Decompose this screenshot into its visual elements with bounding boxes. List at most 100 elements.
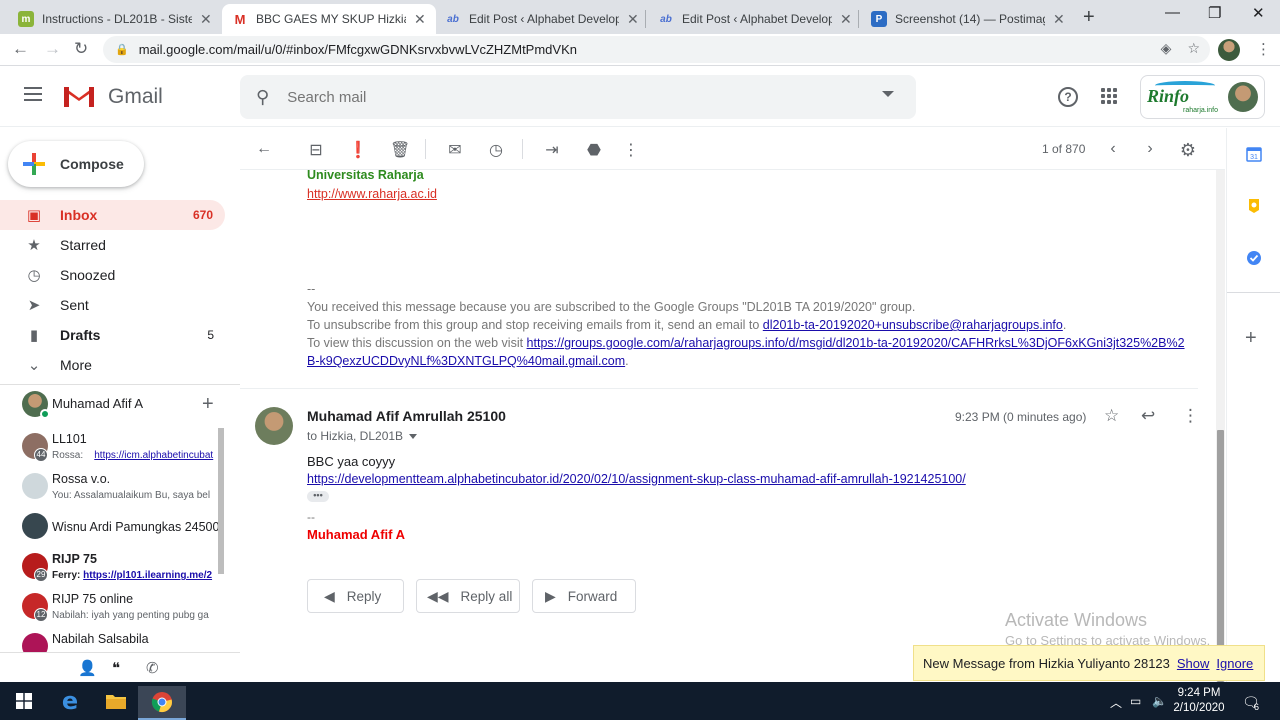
chrome-taskbar-icon[interactable] bbox=[138, 686, 186, 720]
close-tab-icon[interactable]: ✕ bbox=[627, 11, 639, 28]
chat-preview-link[interactable]: https://icm.alphabetincubat bbox=[94, 450, 213, 461]
battery-icon[interactable]: ▭ bbox=[1130, 694, 1141, 708]
contacts-icon[interactable]: 👤 bbox=[78, 659, 97, 677]
chat-item[interactable]: 44 LL101 Rossa: https://icm.alphabetincu… bbox=[0, 428, 226, 468]
notification-show-link[interactable]: Show bbox=[1177, 656, 1210, 671]
browser-tab-active[interactable]: M BBC GAES MY SKUP HizkiaY DL ✕ bbox=[222, 4, 436, 34]
main-menu-icon[interactable] bbox=[24, 87, 42, 105]
close-tab-icon[interactable]: ✕ bbox=[200, 11, 212, 28]
calendar-icon[interactable]: 31 bbox=[1246, 146, 1262, 162]
maximize-icon[interactable]: ❐ bbox=[1208, 4, 1221, 22]
star-message-icon[interactable]: ☆ bbox=[1104, 406, 1119, 426]
chat-avatar bbox=[22, 473, 48, 499]
edge-browser-icon[interactable]: e bbox=[46, 684, 94, 718]
url-text[interactable]: mail.google.com/mail/u/0/#inbox/FMfcgxwG… bbox=[139, 42, 577, 57]
message-body-link[interactable]: https://developmentteam.alphabetincubato… bbox=[307, 472, 966, 486]
previous-signature-link[interactable]: http://www.raharja.ac.id bbox=[307, 187, 437, 201]
keep-icon[interactable] bbox=[1246, 198, 1262, 214]
newer-icon[interactable]: ‹ bbox=[1104, 140, 1122, 158]
more-options-icon[interactable]: ⋮ bbox=[622, 140, 640, 159]
account-avatar[interactable] bbox=[1228, 82, 1258, 112]
reply-button[interactable]: ◀ Reply bbox=[307, 579, 404, 613]
message-toolbar: ← ⊟ ❗ 🗑 ✉ ◷ ⇥ ⬣ ⋮ 1 of 870 ‹ › ⚙ bbox=[240, 128, 1225, 170]
settings-gear-icon[interactable]: ⚙ bbox=[1179, 140, 1197, 160]
minimize-icon[interactable]: — bbox=[1165, 4, 1180, 21]
new-tab-icon[interactable]: + bbox=[1083, 6, 1095, 29]
hangouts-bottom-bar: 👤 ❝ ✆ bbox=[0, 652, 240, 682]
nav-inbox[interactable]: ▣ Inbox 670 bbox=[0, 200, 225, 230]
move-to-icon[interactable]: ⇥ bbox=[543, 140, 561, 159]
nav-drafts[interactable]: ▮ Drafts 5 bbox=[0, 320, 240, 350]
address-bar[interactable]: 🔒 mail.google.com/mail/u/0/#inbox/FMfcgx… bbox=[103, 36, 1210, 63]
show-trimmed-content-icon[interactable]: ••• bbox=[307, 491, 329, 502]
tray-expand-icon[interactable]: ︿ bbox=[1110, 694, 1122, 711]
phone-icon[interactable]: ✆ bbox=[146, 659, 159, 677]
close-tab-icon[interactable]: ✕ bbox=[1053, 11, 1065, 28]
back-to-inbox-icon[interactable]: ← bbox=[255, 140, 273, 158]
tasks-icon[interactable] bbox=[1246, 250, 1262, 266]
report-spam-icon[interactable]: ❗ bbox=[348, 140, 368, 159]
footer-unsubscribe-line: To unsubscribe from this group and stop … bbox=[307, 316, 1187, 334]
show-details-icon[interactable] bbox=[409, 434, 418, 440]
search-icon[interactable]: ⚲ bbox=[256, 87, 269, 108]
forward-button[interactable]: ▶ Forward bbox=[532, 579, 636, 613]
chat-item[interactable]: Wisnu Ardi Pamungkas 24500 bbox=[0, 508, 226, 548]
system-clock[interactable]: 9:24 PM 2/10/2020 bbox=[1170, 686, 1228, 716]
older-icon[interactable]: › bbox=[1141, 140, 1159, 158]
browser-tab[interactable]: P Screenshot (14) — Postimage. ✕ bbox=[861, 4, 1075, 34]
sender-name[interactable]: Muhamad Afif Amrullah 25100 bbox=[307, 408, 506, 424]
chat-list-scrollbar[interactable] bbox=[218, 428, 224, 574]
chat-preview-link[interactable]: https://pl101.ilearning.me/2 bbox=[83, 570, 212, 581]
volume-icon[interactable]: 🔈 bbox=[1152, 694, 1167, 708]
hangouts-user-name[interactable]: Muhamad Afif A bbox=[52, 396, 143, 411]
chrome-profile-avatar[interactable] bbox=[1218, 39, 1240, 61]
compose-button[interactable]: Compose bbox=[8, 141, 144, 187]
chat-item[interactable]: 12 RIJP 75 online Nabilah: iyah yang pen… bbox=[0, 588, 226, 628]
recipients-line[interactable]: to Hizkia, DL201B bbox=[307, 429, 418, 443]
help-icon[interactable]: ? bbox=[1058, 87, 1078, 107]
hangouts-icon[interactable]: ❝ bbox=[112, 659, 120, 677]
chat-item[interactable]: Nabilah Salsabila bbox=[0, 628, 226, 652]
sender-avatar[interactable] bbox=[255, 407, 293, 445]
windows-start-icon[interactable] bbox=[0, 684, 48, 718]
toolbar-separator bbox=[522, 139, 523, 159]
reload-icon[interactable]: ↻ bbox=[74, 39, 88, 59]
google-apps-icon[interactable] bbox=[1101, 88, 1117, 104]
reply-icon[interactable]: ↩ bbox=[1141, 406, 1155, 426]
forward-icon[interactable]: → bbox=[44, 39, 61, 59]
chrome-menu-icon[interactable]: ⋮ bbox=[1256, 40, 1271, 58]
chat-item[interactable]: Rossa v.o. You: Assalamualaikum Bu, saya… bbox=[0, 468, 226, 508]
close-window-icon[interactable]: ✕ bbox=[1252, 4, 1265, 22]
search-input[interactable] bbox=[287, 88, 848, 106]
account-switcher[interactable]: Rinfo raharja.info bbox=[1140, 75, 1265, 119]
unsubscribe-link[interactable]: dl201b-ta-20192020+unsubscribe@raharjagr… bbox=[763, 318, 1063, 332]
browser-tab[interactable]: ab Edit Post ‹ Alphabet Developm ✕ bbox=[648, 4, 862, 34]
mark-unread-icon[interactable]: ✉ bbox=[446, 140, 464, 159]
message-scrollbar[interactable] bbox=[1216, 170, 1225, 682]
cast-icon[interactable]: ◈ bbox=[1161, 40, 1172, 57]
new-conversation-icon[interactable]: + bbox=[202, 393, 214, 416]
back-icon[interactable]: ← bbox=[12, 39, 29, 59]
file-explorer-icon[interactable] bbox=[92, 684, 140, 718]
reply-all-button[interactable]: ◀◀ Reply all bbox=[416, 579, 520, 613]
browser-tab[interactable]: ab Edit Post ‹ Alphabet Developm ✕ bbox=[435, 4, 649, 34]
bookmark-star-icon[interactable]: ☆ bbox=[1187, 40, 1200, 57]
get-addons-icon[interactable]: + bbox=[1245, 328, 1261, 348]
delete-icon[interactable]: 🗑 bbox=[390, 140, 410, 159]
close-tab-icon[interactable]: ✕ bbox=[414, 11, 426, 28]
search-options-icon[interactable] bbox=[882, 91, 894, 97]
snooze-icon[interactable]: ◷ bbox=[487, 140, 505, 159]
message-more-icon[interactable]: ⋮ bbox=[1182, 406, 1199, 426]
nav-snoozed[interactable]: ◷ Snoozed bbox=[0, 260, 240, 290]
archive-icon[interactable]: ⊟ bbox=[307, 140, 325, 159]
nav-sent[interactable]: ➤ Sent bbox=[0, 290, 240, 320]
label-icon[interactable]: ⬣ bbox=[585, 140, 603, 159]
nav-more[interactable]: ⌄ More bbox=[0, 350, 240, 380]
search-bar[interactable]: ⚲ bbox=[240, 75, 916, 119]
notification-ignore-link[interactable]: Ignore bbox=[1216, 656, 1253, 671]
chat-item[interactable]: 29 RIJP 75 Ferry: https://pl101.ilearnin… bbox=[0, 548, 226, 588]
side-panel-divider bbox=[1227, 292, 1280, 293]
close-tab-icon[interactable]: ✕ bbox=[840, 11, 852, 28]
browser-tab[interactable]: m Instructions - DL201B - Sistem ✕ bbox=[8, 4, 222, 34]
nav-starred[interactable]: ★ Starred bbox=[0, 230, 240, 260]
